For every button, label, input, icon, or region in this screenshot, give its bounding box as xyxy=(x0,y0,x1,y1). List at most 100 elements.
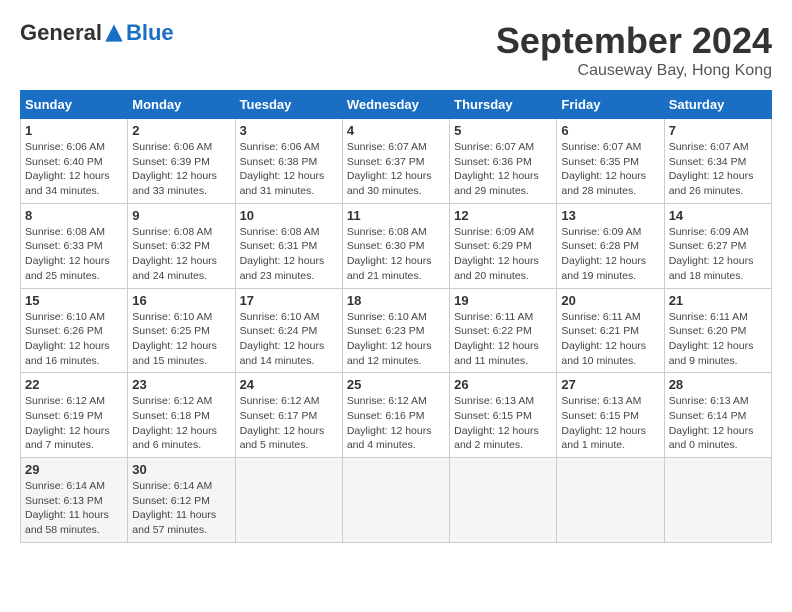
day-info: Sunrise: 6:10 AMSunset: 6:26 PMDaylight:… xyxy=(25,310,123,369)
header-tuesday: Tuesday xyxy=(235,91,342,119)
calendar-week-1: 1Sunrise: 6:06 AMSunset: 6:40 PMDaylight… xyxy=(21,119,772,204)
calendar-day-19: 19 Sunrise: 6:11 AMSunset: 6:22 PMDayligh… xyxy=(450,288,557,373)
day-info: Sunrise: 6:06 AMSunset: 6:38 PMDaylight:… xyxy=(240,140,338,199)
calendar-day-27: 27 Sunrise: 6:13 AMSunset: 6:15 PMDayligh… xyxy=(557,373,664,458)
day-number: 27 xyxy=(561,377,659,392)
empty-cell xyxy=(450,458,557,543)
day-number: 8 xyxy=(25,208,123,223)
calendar-week-4: 22 Sunrise: 6:12 AMSunset: 6:19 PMDayligh… xyxy=(21,373,772,458)
header-wednesday: Wednesday xyxy=(342,91,449,119)
day-number: 6 xyxy=(561,123,659,138)
day-number: 16 xyxy=(132,293,230,308)
day-info: Sunrise: 6:10 AMSunset: 6:25 PMDaylight:… xyxy=(132,310,230,369)
day-number: 26 xyxy=(454,377,552,392)
header-monday: Monday xyxy=(128,91,235,119)
calendar-day-12: 12Sunrise: 6:09 AMSunset: 6:29 PMDayligh… xyxy=(450,203,557,288)
calendar-day-2: 2 Sunrise: 6:06 AMSunset: 6:39 PMDaylight… xyxy=(128,119,235,204)
day-number: 9 xyxy=(132,208,230,223)
calendar-week-2: 8 Sunrise: 6:08 AMSunset: 6:33 PMDaylight… xyxy=(21,203,772,288)
calendar-day-8: 8 Sunrise: 6:08 AMSunset: 6:33 PMDaylight… xyxy=(21,203,128,288)
day-number: 15 xyxy=(25,293,123,308)
calendar-week-5: 29 Sunrise: 6:14 AMSunset: 6:13 PMDayligh… xyxy=(21,458,772,543)
day-number: 24 xyxy=(240,377,338,392)
calendar-day-21: 21 Sunrise: 6:11 AMSunset: 6:20 PMDayligh… xyxy=(664,288,771,373)
calendar-day-1: 1Sunrise: 6:06 AMSunset: 6:40 PMDaylight… xyxy=(21,119,128,204)
day-info: Sunrise: 6:09 AMSunset: 6:29 PMDaylight:… xyxy=(454,225,552,284)
day-info: Sunrise: 6:12 AMSunset: 6:17 PMDaylight:… xyxy=(240,394,338,453)
day-info: Sunrise: 6:11 AMSunset: 6:20 PMDaylight:… xyxy=(669,310,767,369)
empty-cell xyxy=(557,458,664,543)
day-number: 17 xyxy=(240,293,338,308)
calendar-day-18: 18Sunrise: 6:10 AMSunset: 6:23 PMDayligh… xyxy=(342,288,449,373)
day-number: 13 xyxy=(561,208,659,223)
day-number: 20 xyxy=(561,293,659,308)
day-number: 30 xyxy=(132,462,230,477)
day-number: 25 xyxy=(347,377,445,392)
day-info: Sunrise: 6:08 AMSunset: 6:33 PMDaylight:… xyxy=(25,225,123,284)
day-info: Sunrise: 6:08 AMSunset: 6:32 PMDaylight:… xyxy=(132,225,230,284)
calendar-day-11: 11 Sunrise: 6:08 AMSunset: 6:30 PMDayligh… xyxy=(342,203,449,288)
calendar-day-4: 4Sunrise: 6:07 AMSunset: 6:37 PMDaylight… xyxy=(342,119,449,204)
calendar-day-17: 17 Sunrise: 6:10 AMSunset: 6:24 PMDayligh… xyxy=(235,288,342,373)
day-info: Sunrise: 6:08 AMSunset: 6:31 PMDaylight:… xyxy=(240,225,338,284)
day-number: 2 xyxy=(132,123,230,138)
calendar-day-16: 16 Sunrise: 6:10 AMSunset: 6:25 PMDayligh… xyxy=(128,288,235,373)
day-info: Sunrise: 6:10 AMSunset: 6:24 PMDaylight:… xyxy=(240,310,338,369)
day-info: Sunrise: 6:13 AMSunset: 6:15 PMDaylight:… xyxy=(454,394,552,453)
location: Causeway Bay, Hong Kong xyxy=(496,62,772,80)
calendar-day-7: 7 Sunrise: 6:07 AMSunset: 6:34 PMDaylight… xyxy=(664,119,771,204)
calendar-day-28: 28Sunrise: 6:13 AMSunset: 6:14 PMDayligh… xyxy=(664,373,771,458)
day-info: Sunrise: 6:07 AMSunset: 6:35 PMDaylight:… xyxy=(561,140,659,199)
day-number: 28 xyxy=(669,377,767,392)
title-block: September 2024 Causeway Bay, Hong Kong xyxy=(496,20,772,80)
header-sunday: Sunday xyxy=(21,91,128,119)
day-number: 22 xyxy=(25,377,123,392)
day-info: Sunrise: 6:07 AMSunset: 6:34 PMDaylight:… xyxy=(669,140,767,199)
day-number: 11 xyxy=(347,208,445,223)
day-info: Sunrise: 6:06 AMSunset: 6:40 PMDaylight:… xyxy=(25,140,123,199)
day-number: 23 xyxy=(132,377,230,392)
page-header: General Blue September 2024 Causeway Bay… xyxy=(20,20,772,80)
calendar-day-13: 13 Sunrise: 6:09 AMSunset: 6:28 PMDayligh… xyxy=(557,203,664,288)
day-info: Sunrise: 6:06 AMSunset: 6:39 PMDaylight:… xyxy=(132,140,230,199)
day-number: 21 xyxy=(669,293,767,308)
header-friday: Friday xyxy=(557,91,664,119)
day-number: 29 xyxy=(25,462,123,477)
day-info: Sunrise: 6:11 AMSunset: 6:22 PMDaylight:… xyxy=(454,310,552,369)
day-number: 7 xyxy=(669,123,767,138)
calendar-day-22: 22 Sunrise: 6:12 AMSunset: 6:19 PMDayligh… xyxy=(21,373,128,458)
day-number: 18 xyxy=(347,293,445,308)
calendar-day-10: 10 Sunrise: 6:08 AMSunset: 6:31 PMDayligh… xyxy=(235,203,342,288)
logo-icon xyxy=(104,23,124,43)
empty-cell xyxy=(664,458,771,543)
calendar-day-14: 14 Sunrise: 6:09 AMSunset: 6:27 PMDayligh… xyxy=(664,203,771,288)
day-number: 4 xyxy=(347,123,445,138)
logo-general-text: General xyxy=(20,20,102,46)
calendar-day-9: 9 Sunrise: 6:08 AMSunset: 6:32 PMDaylight… xyxy=(128,203,235,288)
header-thursday: Thursday xyxy=(450,91,557,119)
calendar-header-row: SundayMondayTuesdayWednesdayThursdayFrid… xyxy=(21,91,772,119)
day-info: Sunrise: 6:14 AMSunset: 6:13 PMDaylight:… xyxy=(25,479,123,538)
logo-blue-text: Blue xyxy=(126,20,174,46)
calendar-day-26: 26 Sunrise: 6:13 AMSunset: 6:15 PMDayligh… xyxy=(450,373,557,458)
day-number: 10 xyxy=(240,208,338,223)
calendar-day-15: 15 Sunrise: 6:10 AMSunset: 6:26 PMDayligh… xyxy=(21,288,128,373)
day-number: 14 xyxy=(669,208,767,223)
day-info: Sunrise: 6:13 AMSunset: 6:15 PMDaylight:… xyxy=(561,394,659,453)
calendar-day-20: 20 Sunrise: 6:11 AMSunset: 6:21 PMDayligh… xyxy=(557,288,664,373)
day-info: Sunrise: 6:09 AMSunset: 6:27 PMDaylight:… xyxy=(669,225,767,284)
day-info: Sunrise: 6:11 AMSunset: 6:21 PMDaylight:… xyxy=(561,310,659,369)
day-number: 19 xyxy=(454,293,552,308)
day-info: Sunrise: 6:07 AMSunset: 6:36 PMDaylight:… xyxy=(454,140,552,199)
day-info: Sunrise: 6:14 AMSunset: 6:12 PMDaylight:… xyxy=(132,479,230,538)
calendar-day-6: 6 Sunrise: 6:07 AMSunset: 6:35 PMDaylight… xyxy=(557,119,664,204)
day-info: Sunrise: 6:08 AMSunset: 6:30 PMDaylight:… xyxy=(347,225,445,284)
empty-cell xyxy=(235,458,342,543)
day-info: Sunrise: 6:09 AMSunset: 6:28 PMDaylight:… xyxy=(561,225,659,284)
calendar-day-3: 3Sunrise: 6:06 AMSunset: 6:38 PMDaylight… xyxy=(235,119,342,204)
calendar-day-30: 30 Sunrise: 6:14 AMSunset: 6:12 PMDayligh… xyxy=(128,458,235,543)
day-number: 5 xyxy=(454,123,552,138)
calendar-day-29: 29 Sunrise: 6:14 AMSunset: 6:13 PMDayligh… xyxy=(21,458,128,543)
day-info: Sunrise: 6:12 AMSunset: 6:19 PMDaylight:… xyxy=(25,394,123,453)
day-info: Sunrise: 6:12 AMSunset: 6:18 PMDaylight:… xyxy=(132,394,230,453)
